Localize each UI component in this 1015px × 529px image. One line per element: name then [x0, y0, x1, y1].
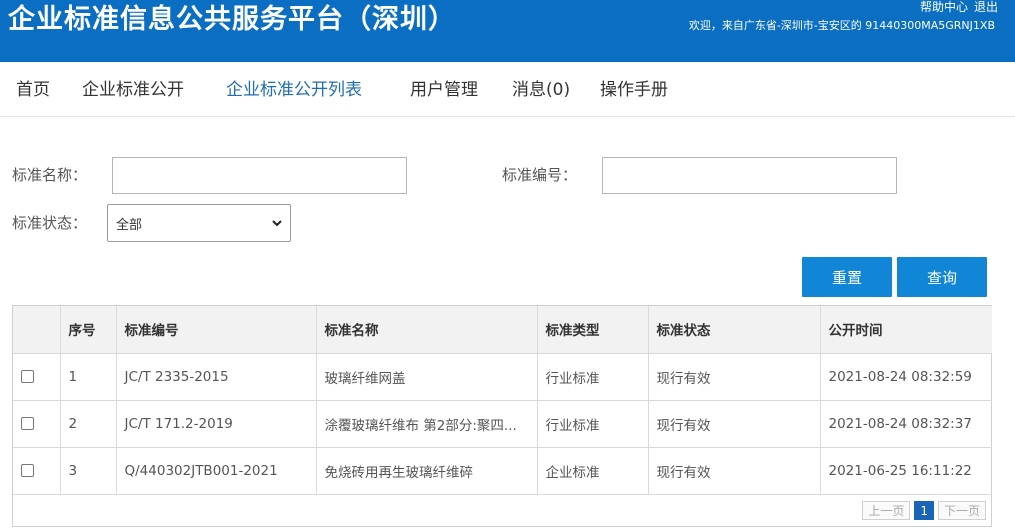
row-index: 3 — [60, 447, 117, 495]
site-title: 企业标准信息公共服务平台（深圳） — [8, 4, 456, 35]
row-checkbox-cell — [13, 353, 61, 401]
row-checkbox[interactable] — [21, 370, 34, 383]
row-index: 2 — [60, 400, 117, 448]
header-standard-type: 标准类型 — [537, 306, 649, 354]
nav-item-messages[interactable]: 消息(0) — [512, 79, 570, 101]
header-publish-time: 公开时间 — [820, 306, 992, 354]
row-publish-time: 2021-08-24 08:32:37 — [820, 400, 992, 448]
main-nav: 首页 企业标准公开 企业标准公开列表 用户管理 消息(0) 操作手册 — [0, 62, 1015, 117]
chevron-down-icon — [272, 220, 282, 227]
nav-item-manual[interactable]: 操作手册 — [600, 79, 668, 101]
standard-name-label: 标准名称： — [12, 166, 88, 184]
row-publish-time: 2021-08-24 08:32:59 — [820, 353, 992, 401]
nav-item-standard-list[interactable]: 企业标准公开列表 — [226, 79, 362, 101]
row-checkbox[interactable] — [21, 417, 34, 430]
next-page-button[interactable]: 下一页 — [937, 501, 986, 520]
nav-item-standard-publish[interactable]: 企业标准公开 — [82, 79, 184, 101]
query-button[interactable]: 查询 — [897, 257, 987, 297]
table-row[interactable]: 3 Q/440302JTB001-2021 免烧砖用再生玻璃纤维碎 企业标准 现… — [13, 447, 992, 495]
row-standard-status: 现行有效 — [648, 447, 821, 495]
standard-code-label: 标准编号： — [502, 166, 578, 184]
row-publish-time: 2021-06-25 16:11:22 — [820, 447, 992, 495]
row-standard-type: 行业标准 — [537, 353, 649, 401]
row-checkbox[interactable] — [21, 464, 34, 477]
table-header-row: 序号 标准编号 标准名称 标准类型 标准状态 公开时间 — [13, 306, 992, 354]
nav-item-user-management[interactable]: 用户管理 — [410, 79, 478, 101]
row-standard-name: 涂覆玻璃纤维布 第2部分:聚四... — [316, 400, 538, 448]
logout-link[interactable]: 退出 — [974, 0, 998, 14]
row-standard-name: 免烧砖用再生玻璃纤维碎 — [316, 447, 538, 495]
row-checkbox-cell — [13, 400, 61, 448]
row-standard-name: 玻璃纤维网盖 — [316, 353, 538, 401]
standards-table: 序号 标准编号 标准名称 标准类型 标准状态 公开时间 1 JC/T 2335-… — [12, 305, 992, 527]
row-standard-type: 行业标准 — [537, 400, 649, 448]
table-row[interactable]: 1 JC/T 2335-2015 玻璃纤维网盖 行业标准 现行有效 2021-0… — [13, 353, 992, 401]
row-index: 1 — [60, 353, 117, 401]
row-standard-code: JC/T 171.2-2019 — [116, 400, 317, 448]
pagination: 上一页 1 下一页 — [862, 501, 991, 520]
status-select-value: 全部 — [116, 217, 143, 233]
header-links: 帮助中心 退出 — [914, 0, 998, 15]
standard-name-input[interactable] — [112, 157, 407, 194]
welcome-text: 欢迎，来自广东省-深圳市-宝安区的 91440300MA5GRNJ1XB — [688, 19, 995, 32]
standard-code-input[interactable] — [602, 157, 897, 194]
prev-page-button[interactable]: 上一页 — [862, 501, 911, 520]
header-standard-name: 标准名称 — [316, 306, 538, 354]
header-bar: 企业标准信息公共服务平台（深圳） 帮助中心 退出 欢迎，来自广东省-深圳市-宝安区… — [0, 0, 1015, 62]
help-center-link[interactable]: 帮助中心 — [920, 0, 968, 14]
row-standard-code: JC/T 2335-2015 — [116, 353, 317, 401]
page-1-button[interactable]: 1 — [914, 501, 934, 520]
standard-status-label: 标准状态： — [12, 214, 88, 232]
header-standard-status: 标准状态 — [648, 306, 821, 354]
header-standard-code: 标准编号 — [116, 306, 317, 354]
header-index: 序号 — [60, 306, 117, 354]
row-standard-code: Q/440302JTB001-2021 — [116, 447, 317, 495]
row-standard-type: 企业标准 — [537, 447, 649, 495]
standard-status-select[interactable]: 全部 — [107, 204, 291, 242]
row-standard-status: 现行有效 — [648, 400, 821, 448]
reset-button[interactable]: 重置 — [802, 257, 892, 297]
nav-item-home[interactable]: 首页 — [16, 79, 50, 101]
row-standard-status: 现行有效 — [648, 353, 821, 401]
table-row[interactable]: 2 JC/T 171.2-2019 涂覆玻璃纤维布 第2部分:聚四... 行业标… — [13, 400, 992, 448]
header-checkbox-cell — [13, 306, 61, 354]
row-checkbox-cell — [13, 447, 61, 495]
